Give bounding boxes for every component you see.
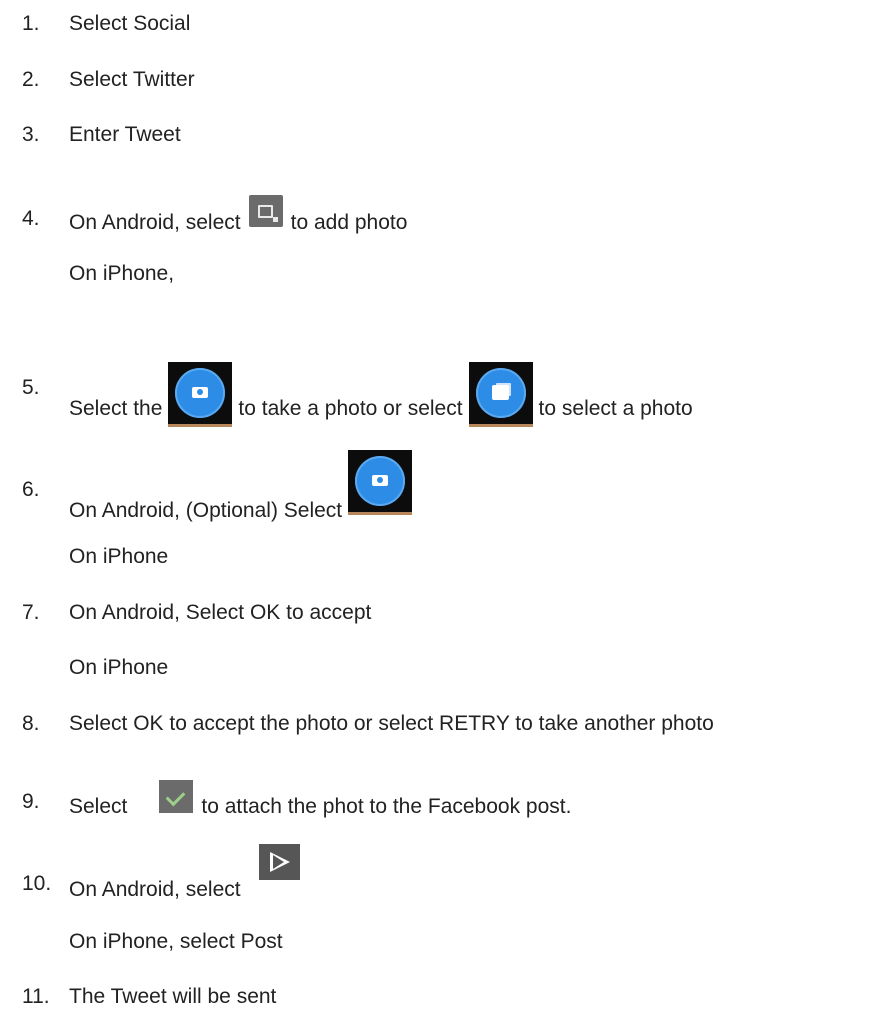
step-number: 6. (22, 478, 40, 501)
step-text: to take a photo or select (238, 396, 463, 420)
step-text: The Tweet will be sent (69, 985, 277, 1008)
step-number: 11. (22, 985, 50, 1008)
step-text: to attach the phot to the Facebook post. (201, 794, 572, 818)
step-number: 3. (22, 123, 40, 146)
step-number: 9. (22, 790, 40, 813)
photo-gallery-icon (468, 362, 533, 427)
step-text: Select (69, 794, 128, 818)
send-icon (258, 844, 300, 880)
camera-icon (168, 362, 233, 427)
step-subtext: On iPhone, select Post (69, 930, 283, 953)
step-number: 10. (22, 872, 52, 895)
camera-icon (348, 450, 413, 515)
step-text: On Android, select (69, 878, 241, 901)
step-subtext: On iPhone (69, 545, 169, 568)
step-text: to select a photo (538, 396, 693, 420)
step-number: 7. (22, 601, 40, 624)
image-gallery-icon (248, 195, 283, 227)
step-subtext: On iPhone (69, 656, 169, 679)
step-text: Select the (69, 396, 163, 420)
step-number: 1. (22, 12, 40, 35)
step-text: Enter Tweet (69, 123, 181, 146)
checkmark-icon (159, 780, 194, 813)
step-subtext: On iPhone, (69, 262, 175, 285)
step-text: On Android, (Optional) Select (69, 498, 343, 522)
step-text: to add photo (290, 211, 408, 234)
step-text: On Android, Select OK to accept (69, 601, 372, 624)
step-text: On Android, select (69, 211, 241, 234)
step-text: Select Twitter (69, 68, 195, 91)
step-number: 2. (22, 68, 40, 91)
step-number: 5. (22, 376, 40, 399)
step-number: 8. (22, 712, 40, 735)
step-text: Select Social (69, 12, 191, 35)
step-number: 4. (22, 207, 40, 230)
step-text: Select OK to accept the photo or select … (69, 712, 714, 735)
